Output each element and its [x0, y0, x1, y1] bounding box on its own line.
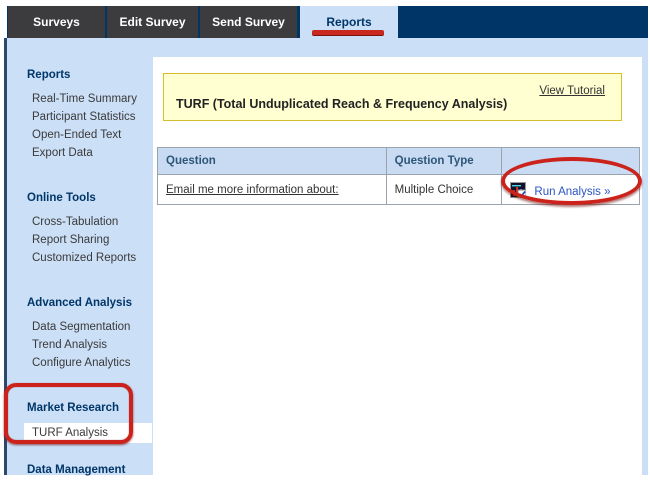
run-analysis-icon: [510, 182, 526, 198]
sidebar-heading-data-management: Data Management: [27, 463, 153, 477]
run-analysis-link[interactable]: Run Analysis »: [534, 186, 610, 198]
view-tutorial-link[interactable]: View Tutorial: [539, 85, 605, 97]
action-cell: Run Analysis »: [502, 175, 640, 205]
sidebar-item-customized-reports[interactable]: Customized Reports: [27, 249, 153, 267]
sidebar-item-data-segmentation[interactable]: Data Segmentation: [27, 318, 153, 336]
sidebar-item-configure-analytics[interactable]: Configure Analytics: [27, 354, 153, 372]
sidebar-heading-advanced-analysis: Advanced Analysis: [27, 296, 153, 310]
sidebar-section-market-research: Market Research TURF Analysis: [7, 401, 153, 443]
sidebar: Reports Real-Time Summary Participant St…: [7, 38, 153, 475]
questions-table: Question Question Type Email me more inf…: [157, 147, 640, 205]
question-link[interactable]: Email me more information about:: [166, 184, 339, 196]
page-title: TURF (Total Unduplicated Reach & Frequen…: [176, 97, 507, 111]
column-header-question: Question: [158, 148, 387, 175]
sidebar-section-advanced-analysis: Advanced Analysis Data Segmentation Tren…: [7, 296, 153, 372]
sidebar-heading-market-research: Market Research: [27, 401, 153, 415]
sidebar-item-open-ended-text[interactable]: Open-Ended Text: [27, 126, 153, 144]
sidebar-item-trend-analysis[interactable]: Trend Analysis: [27, 336, 153, 354]
sidebar-item-cross-tabulation[interactable]: Cross-Tabulation: [27, 213, 153, 231]
app-window: Surveys Edit Survey Send Survey Reports …: [0, 0, 650, 484]
sidebar-item-participant-statistics[interactable]: Participant Statistics: [27, 108, 153, 126]
sidebar-section-reports: Reports Real-Time Summary Participant St…: [7, 68, 153, 162]
sidebar-section-online-tools: Online Tools Cross-Tabulation Report Sha…: [7, 191, 153, 267]
tab-reports[interactable]: Reports: [300, 6, 398, 38]
sidebar-item-export-data[interactable]: Export Data: [27, 144, 153, 162]
turf-banner: TURF (Total Unduplicated Reach & Frequen…: [163, 73, 622, 121]
table-row: Email me more information about: Multipl…: [158, 175, 640, 205]
sidebar-section-data-management: Data Management: [7, 463, 153, 477]
tab-surveys[interactable]: Surveys: [8, 6, 105, 38]
question-cell: Email me more information about:: [158, 175, 387, 205]
tab-edit-survey[interactable]: Edit Survey: [107, 6, 198, 38]
column-header-question-type: Question Type: [386, 148, 502, 175]
sidebar-heading-reports: Reports: [27, 68, 153, 82]
table-header-row: Question Question Type: [158, 148, 640, 175]
sidebar-item-turf-analysis[interactable]: TURF Analysis: [24, 423, 152, 443]
sidebar-item-real-time-summary[interactable]: Real-Time Summary: [27, 90, 153, 108]
sidebar-heading-online-tools: Online Tools: [27, 191, 153, 205]
tab-send-survey[interactable]: Send Survey: [200, 6, 297, 38]
column-header-action: [502, 148, 640, 175]
sidebar-item-report-sharing[interactable]: Report Sharing: [27, 231, 153, 249]
question-type-cell: Multiple Choice: [386, 175, 502, 205]
top-tab-bar: Surveys Edit Survey Send Survey Reports: [7, 6, 648, 38]
